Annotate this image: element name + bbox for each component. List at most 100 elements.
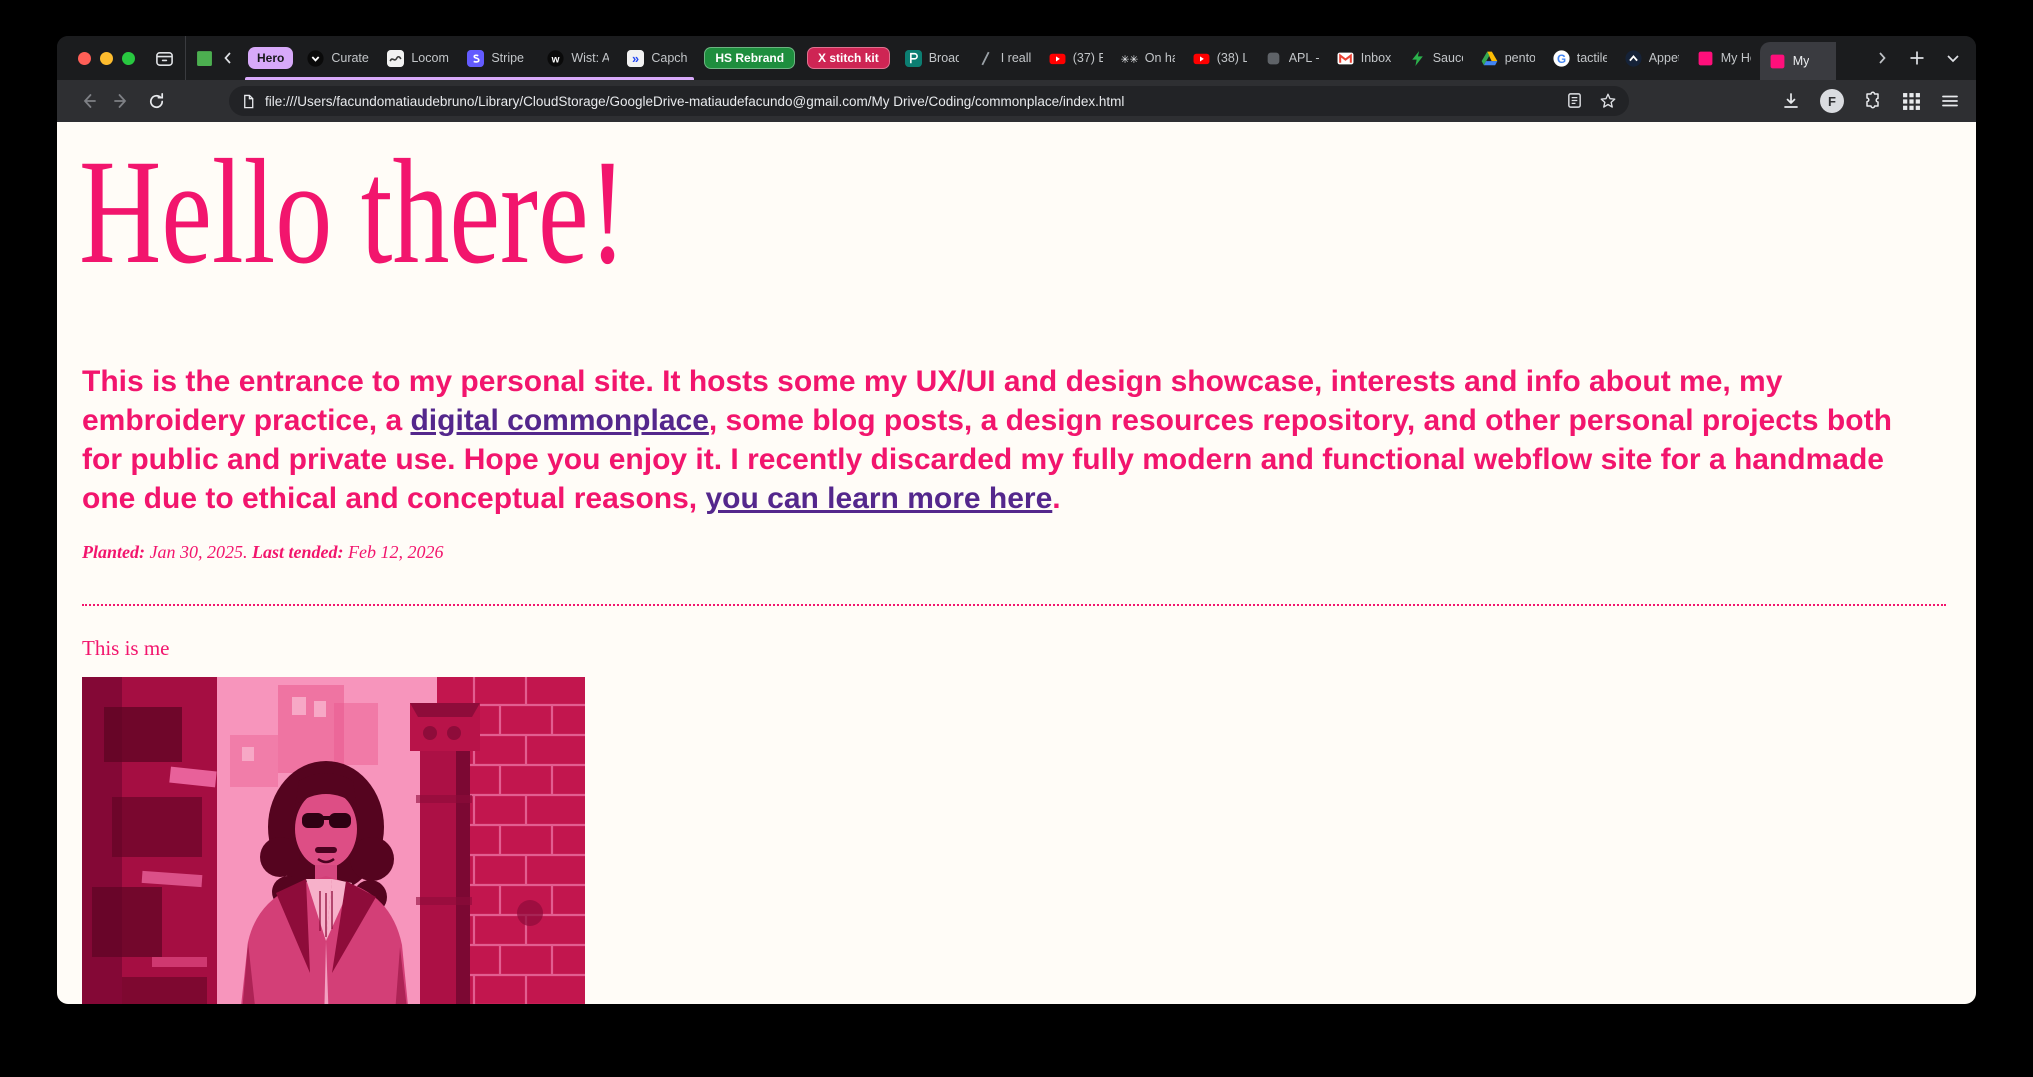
tab[interactable]: I really: [968, 36, 1040, 80]
browser-toolbar: file:///Users/facundomatiaudebruno/Libra…: [57, 80, 1976, 122]
apps-grid-icon[interactable]: [1902, 92, 1921, 111]
planted-date: Jan 30, 2025.: [145, 542, 252, 562]
page-title: Hello there!: [79, 130, 627, 295]
last-tended-label: Last tended:: [252, 542, 344, 562]
toolbar-right-icons: F: [1781, 89, 1960, 113]
plain-icon: [1265, 50, 1282, 67]
tab-label: I really: [1001, 51, 1031, 65]
capacities-icon: »: [627, 50, 644, 67]
pink-square-icon: [1769, 53, 1786, 70]
tab[interactable]: Inbox: [1328, 36, 1400, 80]
intro-link[interactable]: you can learn more here: [705, 482, 1052, 515]
tab-label: Locom: [411, 51, 449, 65]
collapsed-tab-group-hs-rebrand[interactable]: HS Rebrand: [704, 47, 795, 69]
pink-square-icon: [1697, 50, 1714, 67]
tab[interactable]: Curate: [298, 36, 378, 80]
appetite-icon: [1625, 50, 1642, 67]
close-window-button[interactable]: [78, 52, 91, 65]
tab[interactable]: Locom: [378, 36, 458, 80]
tab[interactable]: Stripe: [458, 36, 538, 80]
tab-label: Appeti: [1649, 51, 1679, 65]
address-bar[interactable]: file:///Users/facundomatiaudebruno/Libra…: [229, 86, 1629, 116]
drive-icon: [1481, 50, 1498, 67]
tab-label: (38) L: [1217, 51, 1247, 65]
tab-strip: Hero Curate Locom Stripe w Wist: A »Capch HS Re…: [57, 36, 1976, 80]
curate-icon: [307, 50, 324, 67]
tab-group-label[interactable]: Hero: [248, 47, 293, 69]
tab[interactable]: pento-: [1472, 36, 1544, 80]
tab-group-hero: Hero Curate Locom Stripe w Wist: A »Capch: [243, 36, 698, 80]
scroll-tabs-left-icon[interactable]: [213, 43, 243, 73]
last-tended-date: Feb 12, 2026: [344, 542, 444, 562]
tab[interactable]: Sauce: [1400, 36, 1472, 80]
tab[interactable]: (37) E: [1040, 36, 1112, 80]
tab-label: On ha: [1145, 51, 1175, 65]
back-arrow-icon[interactable]: [71, 84, 105, 118]
tab[interactable]: My Ho: [1688, 36, 1760, 80]
url-text[interactable]: file:///Users/facundomatiaudebruno/Libra…: [265, 94, 1554, 109]
tab[interactable]: Broads: [896, 36, 968, 80]
active-tab[interactable]: My×: [1760, 42, 1836, 80]
sauce-icon: [1409, 50, 1426, 67]
planted-dates: Planted: Jan 30, 2025. Last tended: Feb …: [82, 542, 443, 563]
browser-window: Hero Curate Locom Stripe w Wist: A »Capch HS Re…: [57, 36, 1976, 1004]
google-icon: G: [1553, 50, 1570, 67]
intro-text: .: [1052, 482, 1060, 515]
broads-icon: [905, 50, 922, 67]
gmail-icon: [1337, 50, 1354, 67]
tab[interactable]: »Capch: [618, 36, 698, 80]
tab-label: My: [1793, 54, 1810, 68]
portrait-photo: [82, 677, 585, 1004]
tab[interactable]: (38) L: [1184, 36, 1256, 80]
download-icon[interactable]: [1781, 91, 1801, 111]
reload-icon[interactable]: [139, 84, 173, 118]
stripe-icon: [467, 50, 484, 67]
svg-text:w: w: [551, 54, 560, 65]
reading-mode-icon[interactable]: [1566, 92, 1583, 109]
asterisks-icon: ✳✳: [1121, 50, 1138, 67]
tab[interactable]: APL - Cros: [1256, 36, 1328, 80]
tab-label: APL - Cros: [1289, 51, 1319, 65]
bookmark-star-icon[interactable]: [1599, 92, 1617, 110]
wistia-icon: w: [547, 50, 564, 67]
tab-search-icon[interactable]: [149, 43, 179, 73]
collapsed-tab-group-x-stitch-kit[interactable]: X stitch kit: [807, 47, 890, 69]
tab-label: Wist: A: [571, 51, 609, 65]
tab-label: Stripe: [491, 51, 524, 65]
intro-paragraph: This is the entrance to my personal site…: [82, 362, 1920, 518]
tab-label: My Ho: [1721, 51, 1751, 65]
green-square-favicon-icon[interactable]: [196, 50, 213, 67]
extensions-puzzle-icon[interactable]: [1863, 91, 1883, 111]
profile-avatar[interactable]: F: [1820, 89, 1844, 113]
tab-label: Inbox: [1361, 51, 1391, 65]
window-controls: [57, 52, 149, 65]
tab[interactable]: Gtactile: [1544, 36, 1616, 80]
svg-text:G: G: [1557, 52, 1566, 65]
intro-link[interactable]: digital commonplace: [410, 404, 708, 437]
tab-list-chevron-icon[interactable]: [1944, 49, 1962, 67]
youtube-icon: [1049, 50, 1066, 67]
tab[interactable]: Appeti: [1616, 36, 1688, 80]
tab-label: tactile: [1577, 51, 1607, 65]
tab-label: Sauce: [1433, 51, 1463, 65]
tab-label: Curate: [331, 51, 369, 65]
svg-text:✳✳: ✳✳: [1121, 52, 1138, 65]
forward-arrow-icon[interactable]: [105, 84, 139, 118]
tab-label: (37) E: [1073, 51, 1103, 65]
zoom-window-button[interactable]: [122, 52, 135, 65]
photo-caption: This is me: [82, 636, 170, 661]
tabstrip-controls: [1874, 36, 1962, 80]
minimize-window-button[interactable]: [100, 52, 113, 65]
slash-icon: [977, 50, 994, 67]
tab[interactable]: w Wist: A: [538, 36, 618, 80]
new-tab-icon[interactable]: [1908, 49, 1926, 67]
scroll-tabs-right-icon[interactable]: [1874, 50, 1890, 66]
tab-list: Hero Curate Locom Stripe w Wist: A »Capch HS Re…: [243, 36, 1836, 80]
dotted-divider: [82, 604, 1946, 606]
locomotive-icon: [387, 50, 404, 67]
menu-hamburger-icon[interactable]: [1940, 91, 1960, 111]
tab[interactable]: ✳✳ On ha: [1112, 36, 1184, 80]
svg-text:»: »: [632, 50, 639, 65]
planted-label: Planted:: [82, 542, 145, 562]
tab-label: Broads: [929, 51, 959, 65]
